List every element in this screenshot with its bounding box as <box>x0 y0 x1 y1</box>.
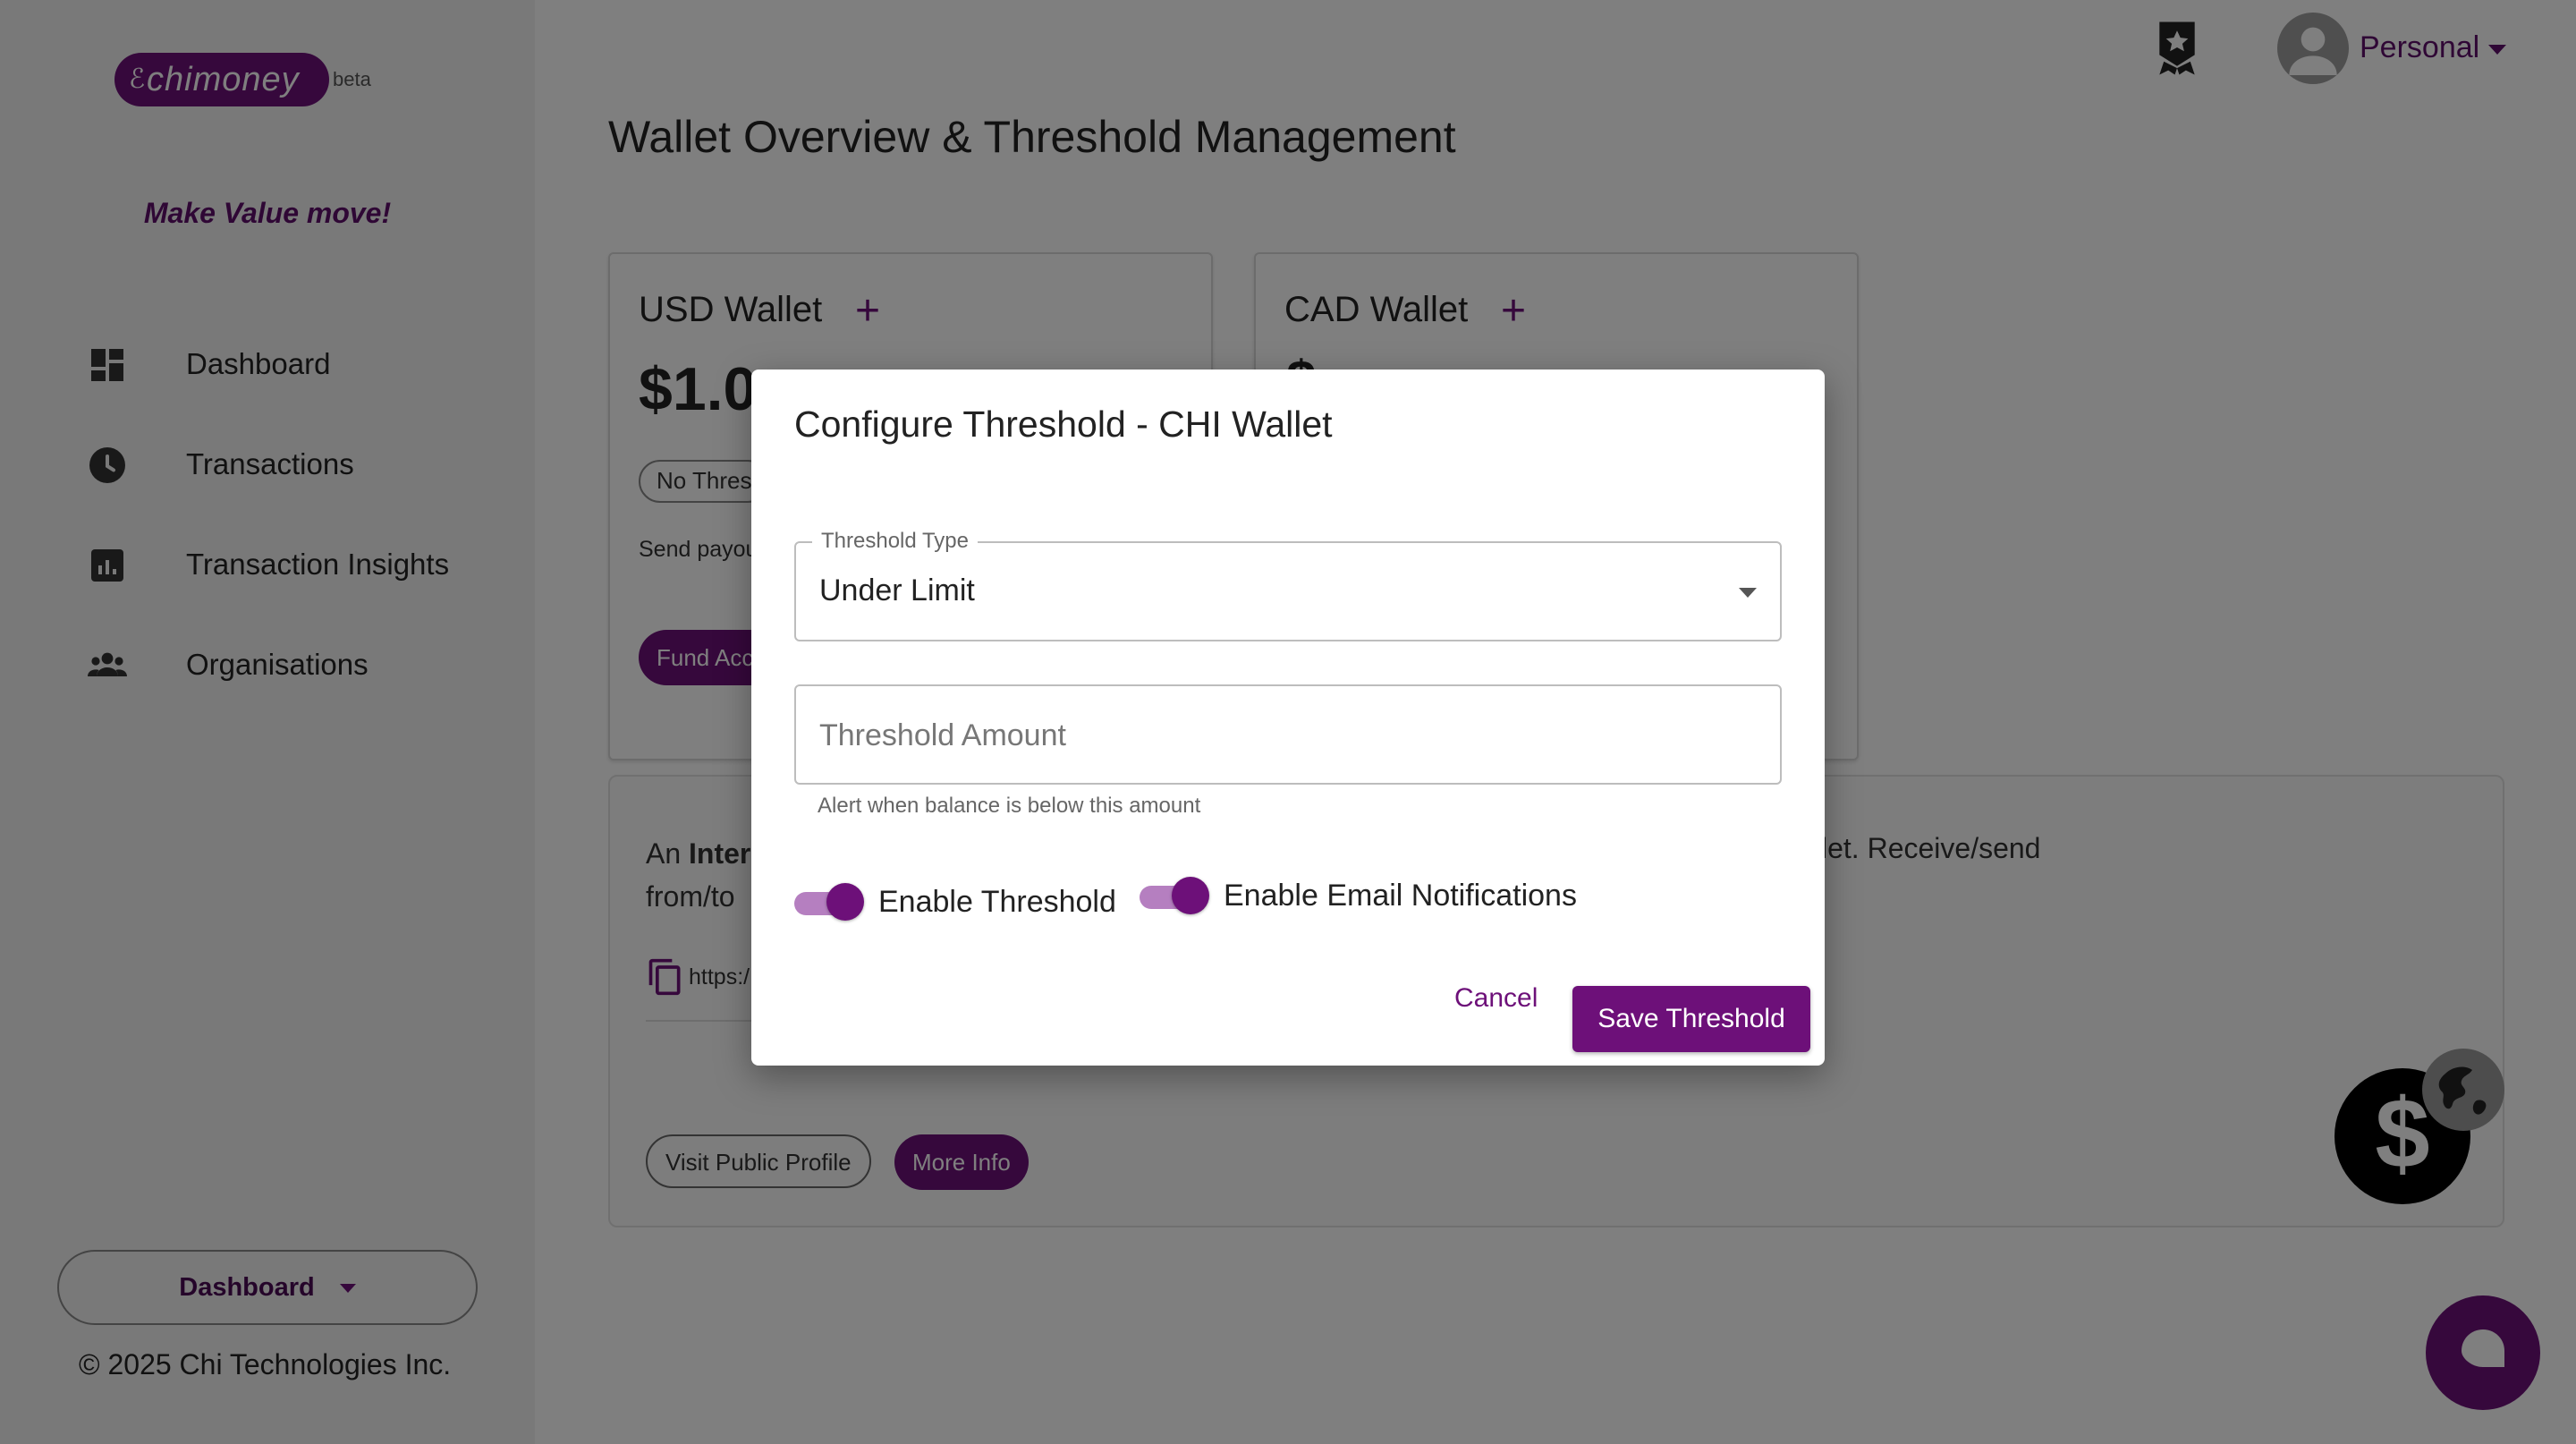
configure-threshold-dialog: Configure Threshold - CHI Wallet Thresho… <box>751 369 1825 1066</box>
threshold-type-select[interactable]: Threshold Type Under Limit <box>794 529 1782 641</box>
threshold-type-value: Under Limit <box>819 573 975 607</box>
toggle-knob <box>1172 877 1209 914</box>
threshold-amount-input[interactable] <box>819 713 1750 758</box>
save-threshold-button[interactable]: Save Threshold <box>1572 986 1810 1052</box>
dropdown-arrow-icon <box>1739 588 1757 598</box>
threshold-type-label: Threshold Type <box>812 529 978 554</box>
enable-threshold-label: Enable Threshold <box>878 885 1116 919</box>
enable-email-notifications-toggle[interactable] <box>1140 875 1209 916</box>
threshold-amount-field[interactable] <box>794 684 1782 785</box>
cancel-button[interactable]: Cancel <box>1454 983 1538 1014</box>
enable-email-notifications-label: Enable Email Notifications <box>1224 879 1577 913</box>
threshold-amount-helper-text: Alert when balance is below this amount <box>818 794 1201 818</box>
enable-threshold-toggle[interactable] <box>794 881 864 922</box>
toggle-knob <box>826 883 864 921</box>
dialog-title: Configure Threshold - CHI Wallet <box>794 403 1333 445</box>
